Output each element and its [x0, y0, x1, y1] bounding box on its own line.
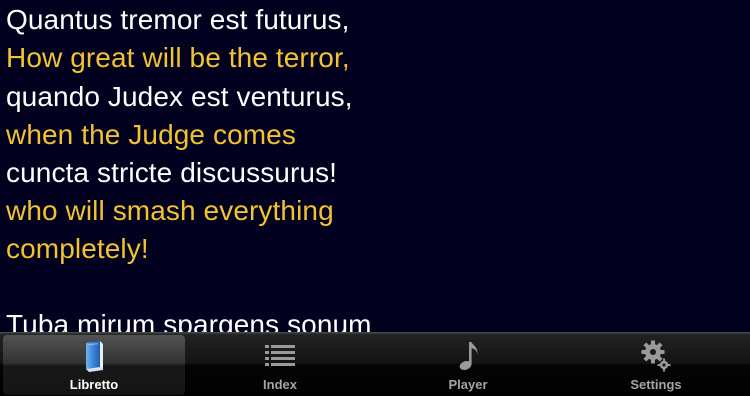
tab-bar: Libretto Index Player Settings — [0, 332, 750, 396]
libretto-line-english: completely! — [6, 233, 149, 264]
libretto-line-english: who will smash everything — [6, 195, 334, 226]
tab-settings-label: Settings — [630, 377, 682, 392]
tab-libretto[interactable]: Libretto — [3, 335, 185, 395]
libretto-line-latin: quando Judex est venturus, — [6, 81, 353, 112]
tab-player[interactable]: Player — [377, 335, 559, 395]
libretto-line-english: How great will be the terror, — [6, 42, 350, 73]
tab-player-label: Player — [448, 377, 488, 392]
book-icon — [76, 339, 112, 373]
tab-index-label: Index — [263, 377, 297, 392]
gears-icon — [638, 339, 674, 373]
tab-settings[interactable]: Settings — [565, 335, 747, 395]
libretto-text-view[interactable]: Quantus tremor est futurus, How great wi… — [0, 0, 750, 332]
list-icon — [262, 339, 298, 373]
music-note-icon — [450, 339, 486, 373]
tab-index[interactable]: Index — [189, 335, 371, 395]
libretto-line-english: when the Judge comes — [6, 119, 296, 150]
app-screen: Quantus tremor est futurus, How great wi… — [0, 0, 750, 396]
libretto-line-latin: cuncta stricte discussurus! — [6, 157, 338, 188]
libretto-line-latin: Tuba mirum spargens sonum — [6, 309, 372, 332]
libretto-line-latin: Quantus tremor est futurus, — [6, 4, 350, 35]
tab-libretto-label: Libretto — [69, 377, 119, 392]
